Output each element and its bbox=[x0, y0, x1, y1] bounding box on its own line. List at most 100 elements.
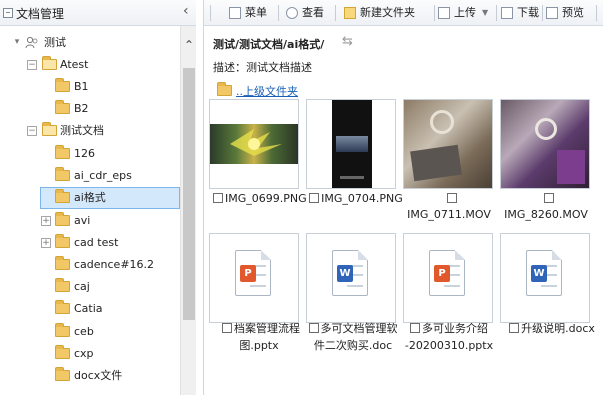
word-badge: W bbox=[531, 265, 547, 282]
file-checkbox[interactable] bbox=[447, 193, 457, 203]
page-fold bbox=[261, 250, 271, 260]
folder-description: 描述：测试文档描述 bbox=[213, 61, 312, 74]
tree-node-atest[interactable]: − Atest bbox=[0, 54, 178, 76]
panel-icon bbox=[3, 8, 13, 18]
tree-node-label: cad test bbox=[74, 236, 119, 249]
file-thumbnail[interactable]: P bbox=[403, 233, 493, 323]
file-name-line[interactable]: 图.pptx bbox=[213, 337, 305, 354]
tree-node-label: Atest bbox=[60, 58, 89, 71]
view-button[interactable]: 查看 bbox=[286, 4, 328, 22]
tree-node-label: 测试 bbox=[44, 36, 66, 49]
menu-icon bbox=[229, 7, 241, 19]
folder-icon bbox=[55, 367, 70, 381]
new-folder-button[interactable]: 新建文件夹 bbox=[344, 4, 430, 22]
folder-icon bbox=[55, 189, 70, 203]
refresh-icon[interactable]: ⇆ bbox=[342, 34, 353, 49]
breadcrumb[interactable]: 测试/测试文档/ai格式/ bbox=[213, 36, 324, 52]
file-name[interactable]: IMG_0699.PNG bbox=[225, 192, 307, 205]
page-fold bbox=[455, 250, 465, 260]
file-caption: IMG_0699.PNG bbox=[213, 190, 307, 207]
user-folder-icon bbox=[25, 36, 39, 50]
tree-node-root[interactable]: ▾ 测试 bbox=[0, 32, 178, 54]
book-shape bbox=[410, 144, 462, 182]
preview-button[interactable]: 预览 bbox=[546, 4, 590, 22]
toolbar-separator bbox=[278, 5, 279, 21]
video-preview bbox=[404, 100, 492, 188]
tree-node-caj[interactable]: caj bbox=[0, 276, 178, 298]
pptx-file-icon: P bbox=[429, 250, 465, 296]
file-checkbox[interactable] bbox=[309, 193, 320, 203]
tree-node-ai-format[interactable]: ai格式 bbox=[40, 187, 180, 209]
file-name[interactable]: IMG_0704.PNG bbox=[321, 192, 403, 205]
file-caption: 档案管理流程 图.pptx bbox=[209, 320, 301, 354]
file-checkbox[interactable] bbox=[213, 193, 223, 203]
tree-scrollbar[interactable]: ⌃ bbox=[180, 26, 196, 395]
file-name-line[interactable]: 件二次购买.doc bbox=[304, 337, 402, 354]
file-thumbnail[interactable] bbox=[500, 99, 590, 189]
word-badge: W bbox=[337, 265, 353, 282]
collapse-panel-icon[interactable]: ‹ bbox=[183, 3, 189, 19]
folder-icon bbox=[55, 78, 70, 92]
new-folder-icon bbox=[344, 7, 356, 19]
file-thumbnail[interactable] bbox=[306, 99, 396, 189]
tree-node-cxp[interactable]: cxp bbox=[0, 343, 178, 365]
tree-node-b2[interactable]: B2 bbox=[0, 98, 178, 120]
file-checkbox[interactable] bbox=[410, 323, 420, 333]
search-icon bbox=[286, 7, 298, 19]
tree-node-label: cadence#16.2 bbox=[74, 258, 155, 271]
tree-node-docx[interactable]: docx文件 bbox=[0, 365, 178, 387]
file-checkbox[interactable] bbox=[222, 323, 232, 333]
file-thumbnail[interactable]: W bbox=[306, 233, 396, 323]
folder-tree: ▾ 测试 − Atest B1 B2 − 测试文档 126 ai_cdr_eps… bbox=[0, 26, 180, 395]
doc-file-icon: W bbox=[332, 250, 368, 296]
file-name[interactable]: 升级说明.docx bbox=[521, 322, 595, 335]
file-name[interactable]: IMG_8260.MOV bbox=[500, 206, 592, 223]
file-checkbox[interactable] bbox=[308, 323, 319, 333]
parent-folder-link-text[interactable]: ..上级文件夹 bbox=[236, 83, 298, 99]
tree-node-ceb[interactable]: ceb bbox=[0, 321, 178, 343]
download-button[interactable]: 下载 bbox=[501, 4, 543, 22]
file-caption: 升级说明.docx bbox=[504, 320, 600, 337]
file-checkbox[interactable] bbox=[544, 193, 554, 203]
collapse-toggle-icon[interactable]: − bbox=[27, 126, 37, 136]
file-caption: 多可文档管理软 件二次购买.doc bbox=[304, 320, 402, 354]
ppt-badge: P bbox=[240, 265, 256, 282]
folder-icon bbox=[55, 278, 70, 292]
view-button-label: 查看 bbox=[302, 6, 324, 19]
file-name-line[interactable]: 多可文档管理软 bbox=[321, 322, 398, 335]
scrollbar-thumb[interactable] bbox=[183, 68, 195, 320]
page-fold bbox=[552, 250, 562, 260]
file-caption: IMG_0704.PNG bbox=[309, 190, 403, 207]
file-thumbnail[interactable] bbox=[403, 99, 493, 189]
file-checkbox[interactable] bbox=[509, 323, 520, 333]
menu-button[interactable]: 菜单 bbox=[229, 4, 271, 22]
tree-node-cad-test[interactable]: + cad test bbox=[0, 232, 178, 254]
folder-icon bbox=[55, 167, 70, 181]
file-name-line[interactable]: 档案管理流程 bbox=[234, 322, 300, 335]
file-thumbnail[interactable] bbox=[209, 99, 299, 189]
expand-toggle-icon[interactable]: + bbox=[41, 238, 51, 248]
folder-icon bbox=[42, 56, 57, 70]
file-thumbnail[interactable]: P bbox=[209, 233, 299, 323]
ppt-badge: P bbox=[434, 265, 450, 282]
tree-node-test-docs[interactable]: − 测试文档 bbox=[0, 120, 178, 142]
tree-node-catia[interactable]: Catia bbox=[0, 298, 178, 320]
tree-node-126[interactable]: 126 bbox=[0, 143, 178, 165]
file-name-line[interactable]: 多可业务介绍 bbox=[422, 322, 488, 335]
expand-toggle-icon[interactable]: + bbox=[41, 216, 51, 226]
dropdown-arrow-icon[interactable]: ▼ bbox=[482, 4, 488, 22]
file-name[interactable]: IMG_0711.MOV bbox=[403, 206, 495, 223]
tree-node-ai-cdr-eps[interactable]: ai_cdr_eps bbox=[0, 165, 178, 187]
collapse-arrow-icon[interactable]: ▾ bbox=[12, 38, 22, 48]
tree-node-cadence[interactable]: cadence#16.2 bbox=[0, 254, 178, 276]
upload-button[interactable]: 上传 ▼ bbox=[438, 4, 492, 22]
toolbar-separator bbox=[496, 5, 497, 21]
collapse-toggle-icon[interactable]: − bbox=[27, 60, 37, 70]
scroll-up-arrow-icon[interactable]: ⌃ bbox=[184, 38, 194, 52]
tree-node-label: avi bbox=[74, 214, 91, 227]
file-thumbnail[interactable]: W bbox=[500, 233, 590, 323]
folder-tree-header: 文档管理 ‹ bbox=[0, 0, 196, 26]
file-name-line[interactable]: -20200310.pptx bbox=[400, 337, 498, 354]
tree-node-b1[interactable]: B1 bbox=[0, 76, 178, 98]
tree-node-avi[interactable]: + avi bbox=[0, 210, 178, 232]
